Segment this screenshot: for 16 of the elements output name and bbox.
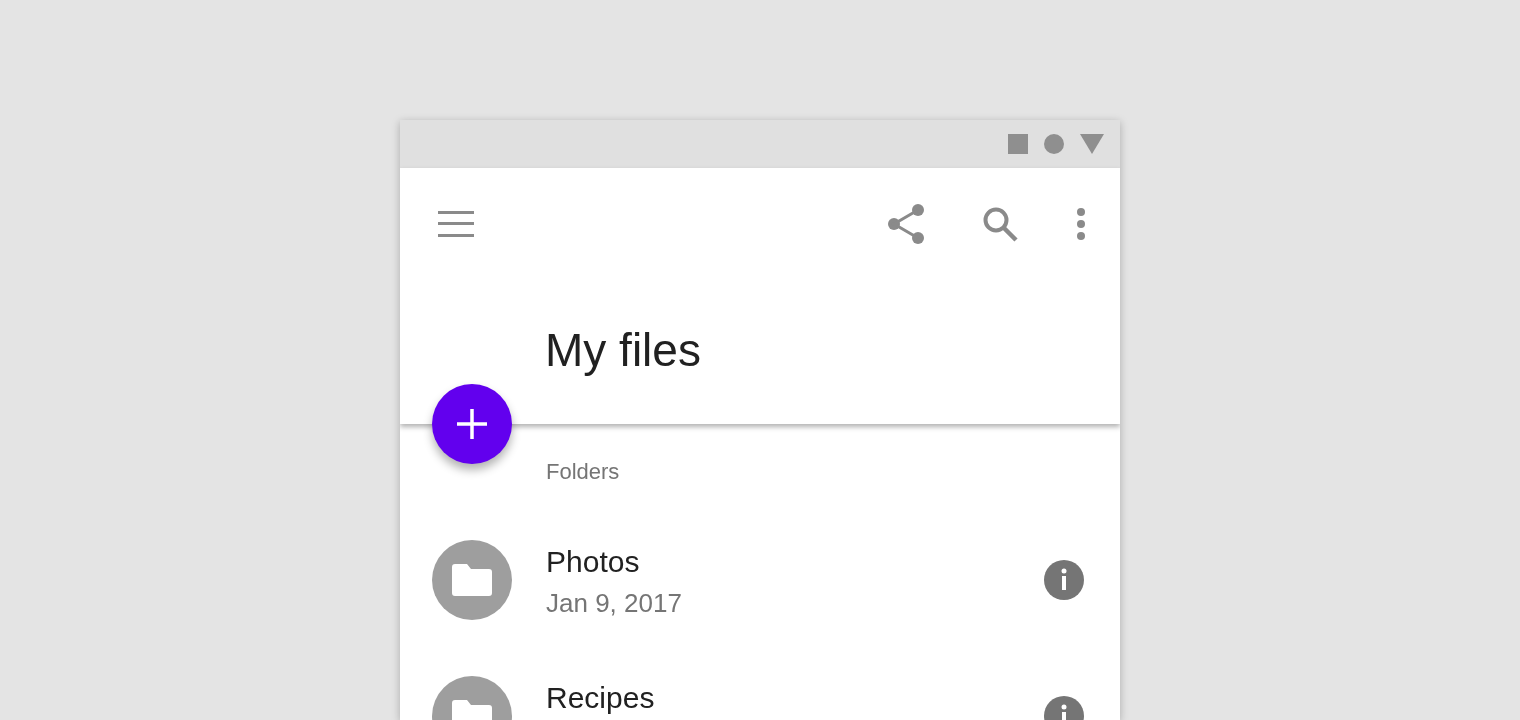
triangle-icon: [1080, 134, 1104, 154]
info-icon[interactable]: [1044, 560, 1084, 600]
circle-icon: [1044, 134, 1064, 154]
section-header: Folders: [545, 458, 621, 486]
menu-icon[interactable]: [438, 211, 474, 237]
plus-icon: [457, 409, 487, 439]
more-icon[interactable]: [1076, 207, 1086, 241]
share-icon[interactable]: [887, 204, 925, 244]
folder-date: Jan 9, 2017: [546, 587, 683, 620]
square-icon: [1008, 134, 1028, 154]
add-button[interactable]: [432, 384, 512, 464]
page-title: My files: [544, 323, 702, 378]
folder-icon: [452, 564, 492, 596]
folder-name: Recipes: [546, 684, 656, 712]
folder-name: Photos: [546, 548, 641, 576]
search-icon[interactable]: [982, 206, 1018, 242]
